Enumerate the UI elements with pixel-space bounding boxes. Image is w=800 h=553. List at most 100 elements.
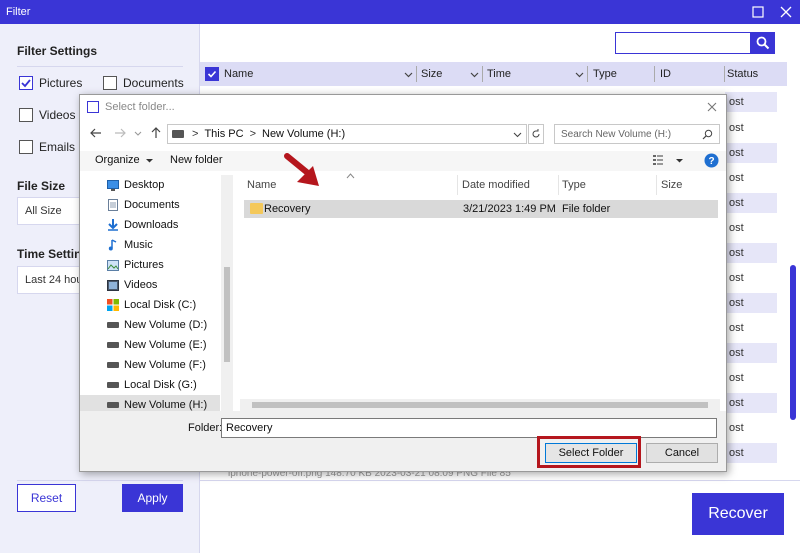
svg-text:?: ? (708, 156, 714, 167)
drive-icon (172, 130, 184, 138)
drive-icon (107, 379, 119, 391)
divider (17, 480, 183, 481)
videos-icon (107, 279, 119, 291)
folder-field[interactable] (221, 418, 717, 438)
column-size[interactable]: Size (417, 62, 483, 86)
status-cell: ost (725, 393, 777, 413)
scroll-thumb[interactable] (224, 267, 230, 362)
apply-button[interactable]: Apply (122, 484, 183, 512)
chevron-down-icon[interactable] (513, 130, 522, 139)
status-cell: ost (729, 272, 744, 284)
pictures-label: Pictures (39, 76, 83, 90)
chevron-down-icon[interactable] (133, 126, 143, 140)
videos-label: Videos (39, 108, 76, 122)
chevron-down-icon (470, 72, 479, 78)
column-size[interactable]: Size (661, 175, 682, 195)
file-row-recovery[interactable]: Recovery 3/21/2023 1:49 PM File folder (244, 200, 718, 218)
refresh-button[interactable] (528, 124, 544, 144)
folder-label: Folder: (188, 422, 223, 434)
drive-icon (107, 339, 119, 351)
organize-menu[interactable]: Organize (95, 154, 154, 166)
breadcrumb-volume[interactable]: New Volume (H:) (262, 128, 345, 140)
videos-checkbox[interactable]: Videos (19, 108, 75, 122)
dialog-title: Select folder... (105, 101, 175, 113)
search-button[interactable] (751, 32, 775, 54)
column-type[interactable]: Type (562, 175, 586, 195)
emails-checkbox[interactable]: Emails (19, 140, 75, 154)
close-icon[interactable] (706, 101, 718, 113)
view-options-button[interactable] (653, 154, 684, 166)
maximize-icon (752, 6, 764, 18)
file-list-hscrollbar[interactable] (240, 399, 720, 411)
desktop-icon (107, 179, 119, 191)
dialog-toolbar: Organize New folder ? (80, 151, 726, 171)
nav-item-volume-f[interactable]: New Volume (F:) (80, 355, 220, 375)
status-cell: ost (729, 172, 744, 184)
search-icon (702, 129, 713, 140)
results-scroll-thumb[interactable] (790, 265, 796, 420)
drive-icon (107, 359, 119, 371)
documents-icon (107, 199, 119, 211)
status-cell: ost (729, 222, 744, 234)
drive-icon (107, 399, 119, 411)
column-name[interactable]: Name (247, 175, 276, 195)
help-button[interactable]: ? (704, 153, 719, 168)
recover-button[interactable]: Recover (692, 493, 784, 535)
status-cell: ost (725, 343, 777, 363)
select-folder-dialog: Select folder... > This PC > New Volume … (79, 94, 727, 472)
status-cell: ost (729, 422, 744, 434)
nav-item-local-disk-c[interactable]: Local Disk (C:) (80, 295, 220, 315)
documents-checkbox[interactable]: Documents (103, 76, 184, 90)
chevron-down-icon (404, 72, 413, 78)
refresh-icon (532, 129, 540, 138)
documents-label: Documents (123, 76, 184, 90)
nav-item-music[interactable]: Music (80, 235, 220, 255)
dialog-search-input[interactable]: Search New Volume (H:) (554, 124, 720, 144)
maximize-button[interactable] (744, 0, 772, 24)
search-bar (615, 32, 775, 54)
column-name[interactable]: Name (224, 62, 417, 86)
column-type[interactable]: Type (588, 62, 655, 86)
help-icon: ? (704, 153, 719, 168)
nav-item-documents[interactable]: Documents (80, 195, 220, 215)
pictures-checkbox[interactable]: Pictures (19, 76, 82, 90)
select-all-checkbox[interactable] (205, 67, 219, 81)
nav-item-volume-d[interactable]: New Volume (D:) (80, 315, 220, 335)
nav-item-local-disk-g[interactable]: Local Disk (G:) (80, 375, 220, 395)
back-arrow-icon[interactable] (89, 126, 103, 140)
nav-item-pictures[interactable]: Pictures (80, 255, 220, 275)
column-date-modified[interactable]: Date modified (462, 175, 530, 195)
checkbox-empty-icon (19, 140, 33, 154)
highlight-box (537, 436, 641, 468)
nav-item-videos[interactable]: Videos (80, 275, 220, 295)
annotation-arrow-icon (284, 153, 319, 186)
search-input[interactable] (615, 32, 751, 54)
breadcrumb-this-pc[interactable]: This PC (204, 128, 243, 140)
app-icon (87, 101, 99, 113)
up-arrow-icon[interactable] (149, 126, 163, 140)
status-column: ost ost ost ost ost ost ost ost ost ost … (725, 86, 777, 466)
status-cell: ost (729, 322, 744, 334)
nav-item-volume-e[interactable]: New Volume (E:) (80, 335, 220, 355)
column-status[interactable]: Status (725, 62, 787, 86)
nav-item-desktop[interactable]: Desktop (80, 175, 220, 195)
close-button[interactable] (772, 0, 800, 24)
scroll-thumb[interactable] (252, 402, 708, 408)
new-folder-button[interactable]: New folder (170, 154, 223, 166)
address-bar[interactable]: > This PC > New Volume (H:) (167, 124, 527, 144)
music-icon (107, 239, 119, 251)
search-icon (756, 36, 770, 50)
forward-arrow-icon[interactable] (113, 126, 127, 140)
status-cell: ost (729, 372, 744, 384)
checkbox-checked-icon (207, 70, 217, 78)
column-time[interactable]: Time (483, 62, 588, 86)
nav-item-downloads[interactable]: Downloads (80, 215, 220, 235)
nav-pane-scrollbar[interactable] (221, 175, 233, 411)
column-id[interactable]: ID (655, 62, 725, 86)
file-name: Recovery (264, 203, 311, 215)
reset-button[interactable]: Reset (17, 484, 76, 512)
drive-icon (107, 319, 119, 331)
folder-icon (250, 203, 263, 214)
cancel-button[interactable]: Cancel (646, 443, 718, 463)
divider (200, 480, 800, 481)
